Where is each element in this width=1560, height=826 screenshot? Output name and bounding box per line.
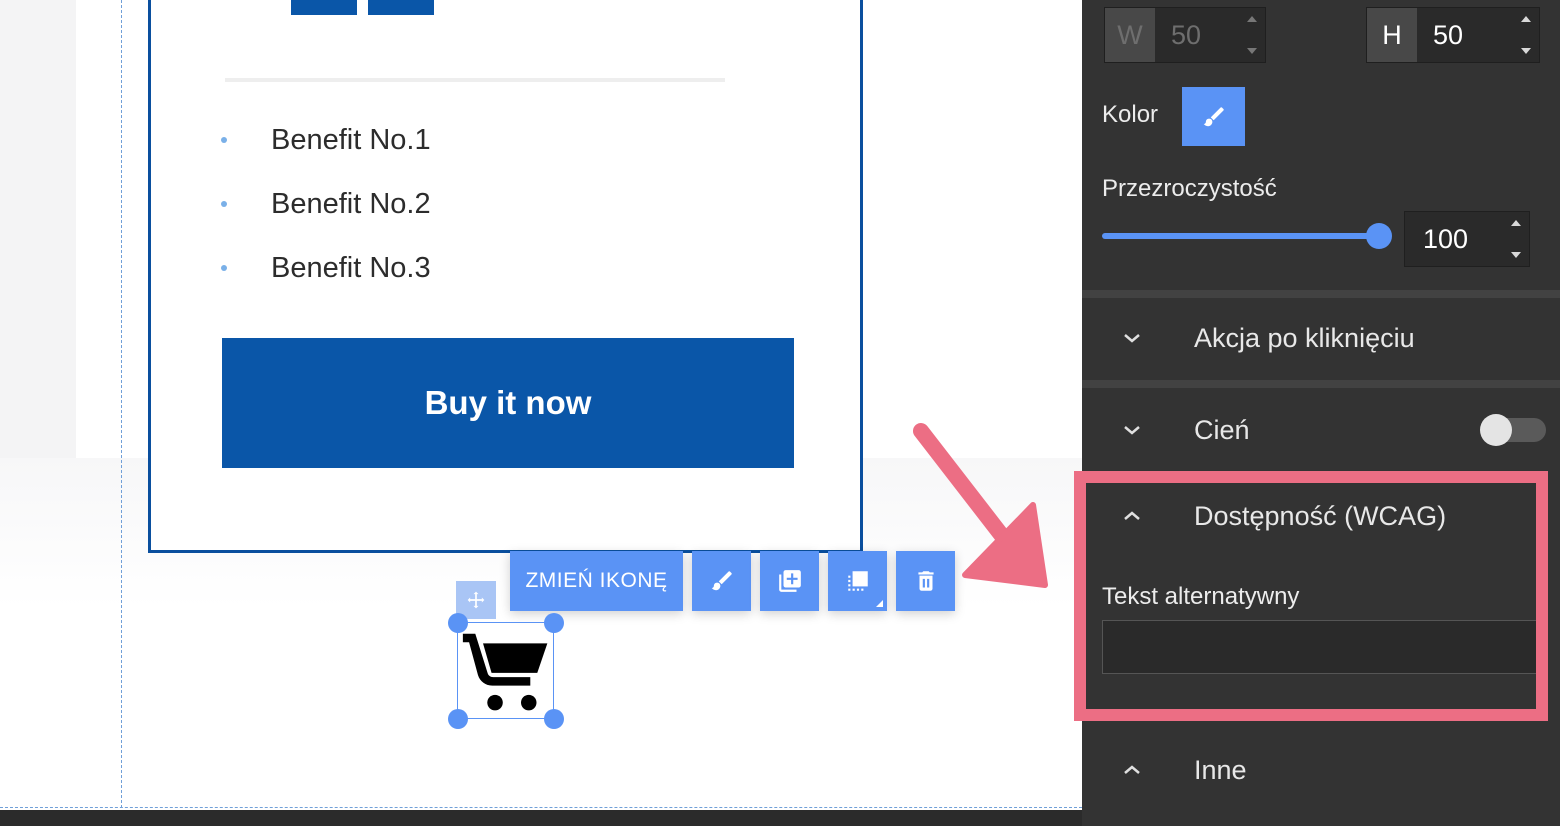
section-title: Cień bbox=[1194, 414, 1250, 445]
height-label: H bbox=[1367, 8, 1417, 62]
width-value: 50 bbox=[1171, 19, 1202, 50]
element-toolbar: ZMIEŃ IKONĘ bbox=[510, 551, 955, 611]
bullet-dot bbox=[221, 137, 227, 143]
stepper-down-icon[interactable] bbox=[1521, 48, 1531, 54]
bullet-dot bbox=[221, 201, 227, 207]
editor-canvas[interactable]: Benefit No.1 Benefit No.2 Benefit No.3 B… bbox=[0, 0, 1082, 826]
card-top-tab bbox=[368, 0, 434, 15]
opacity-label: Przezroczystość bbox=[1102, 175, 1277, 202]
brush-icon bbox=[711, 571, 732, 591]
width-label: W bbox=[1105, 8, 1155, 62]
opacity-slider-track[interactable] bbox=[1102, 233, 1379, 239]
chevron-up-icon bbox=[1122, 764, 1142, 776]
opacity-stepper[interactable] bbox=[1511, 220, 1521, 258]
adjacent-section-background bbox=[0, 0, 76, 458]
change-icon-button[interactable]: ZMIEŃ IKONĘ bbox=[510, 551, 683, 611]
resize-handle-bottom-right[interactable] bbox=[544, 709, 564, 729]
section-title: Dostępność (WCAG) bbox=[1194, 500, 1447, 531]
benefit-item[interactable]: Benefit No.3 bbox=[221, 248, 431, 288]
stepper-up-icon[interactable] bbox=[1511, 220, 1521, 226]
pricing-card[interactable]: Benefit No.1 Benefit No.2 Benefit No.3 B… bbox=[148, 0, 863, 553]
buy-now-button[interactable]: Buy it now bbox=[222, 338, 794, 468]
duplicate-icon bbox=[778, 570, 801, 592]
style-button[interactable] bbox=[692, 551, 751, 611]
section-accessibility[interactable]: Dostępność (WCAG) bbox=[1082, 476, 1560, 556]
properties-panel: W 50 H 50 Kolor Przezroczystość 100 Akcj… bbox=[1074, 0, 1560, 826]
resize-handle-top-right[interactable] bbox=[544, 613, 564, 633]
resize-handle-top-left[interactable] bbox=[448, 613, 468, 633]
benefit-item[interactable]: Benefit No.1 bbox=[221, 120, 431, 160]
vertical-guide-line bbox=[121, 0, 122, 808]
bullet-dot bbox=[221, 265, 227, 271]
section-other[interactable]: Inne bbox=[1082, 730, 1560, 810]
next-section-edge bbox=[0, 810, 1082, 826]
resize-handle-bottom-left[interactable] bbox=[448, 709, 468, 729]
move-icon bbox=[467, 591, 485, 609]
shadow-toggle[interactable] bbox=[1480, 414, 1546, 446]
section-separator bbox=[1082, 380, 1560, 388]
layer-order-icon bbox=[847, 571, 868, 591]
toggle-knob bbox=[1480, 414, 1512, 446]
color-label: Kolor bbox=[1102, 101, 1159, 128]
width-stepper[interactable] bbox=[1247, 16, 1257, 54]
brush-icon bbox=[1203, 106, 1224, 126]
duplicate-button[interactable] bbox=[760, 551, 819, 611]
width-input[interactable]: 50 bbox=[1155, 8, 1265, 62]
alt-text-label: Tekst alternatywny bbox=[1102, 583, 1300, 610]
opacity-value: 100 bbox=[1423, 223, 1469, 254]
annotation-arrow bbox=[913, 423, 1048, 588]
section-separator bbox=[1082, 290, 1560, 298]
height-stepper[interactable] bbox=[1521, 16, 1531, 54]
height-value: 50 bbox=[1433, 19, 1464, 50]
chevron-up-icon bbox=[1122, 510, 1142, 522]
width-field[interactable]: W 50 bbox=[1104, 7, 1266, 63]
horizontal-guide-line bbox=[0, 807, 1082, 808]
opacity-input[interactable]: 100 bbox=[1404, 211, 1530, 267]
opacity-slider-thumb[interactable] bbox=[1366, 223, 1392, 249]
alt-text-input[interactable] bbox=[1102, 620, 1542, 674]
shopping-cart-icon[interactable] bbox=[459, 624, 552, 717]
stepper-down-icon[interactable] bbox=[1511, 252, 1521, 258]
section-title: Inne bbox=[1194, 754, 1247, 785]
section-title: Akcja po kliknięciu bbox=[1194, 322, 1415, 353]
benefit-text: Benefit No.3 bbox=[271, 251, 431, 284]
benefit-item[interactable]: Benefit No.2 bbox=[221, 184, 431, 224]
card-top-tab bbox=[291, 0, 357, 15]
layer-order-button[interactable] bbox=[828, 551, 887, 611]
stepper-up-icon[interactable] bbox=[1247, 16, 1257, 22]
benefit-text: Benefit No.2 bbox=[271, 187, 431, 220]
height-field[interactable]: H 50 bbox=[1366, 7, 1540, 63]
stepper-down-icon[interactable] bbox=[1247, 48, 1257, 54]
chevron-down-icon bbox=[1122, 332, 1142, 344]
stepper-up-icon[interactable] bbox=[1521, 16, 1531, 22]
color-picker-button[interactable] bbox=[1182, 87, 1245, 146]
benefit-text: Benefit No.1 bbox=[271, 123, 431, 156]
height-input[interactable]: 50 bbox=[1417, 8, 1539, 62]
section-click-action[interactable]: Akcja po kliknięciu bbox=[1082, 298, 1560, 378]
dropdown-indicator-icon bbox=[876, 600, 883, 607]
card-divider bbox=[225, 78, 725, 82]
chevron-down-icon bbox=[1122, 424, 1142, 436]
